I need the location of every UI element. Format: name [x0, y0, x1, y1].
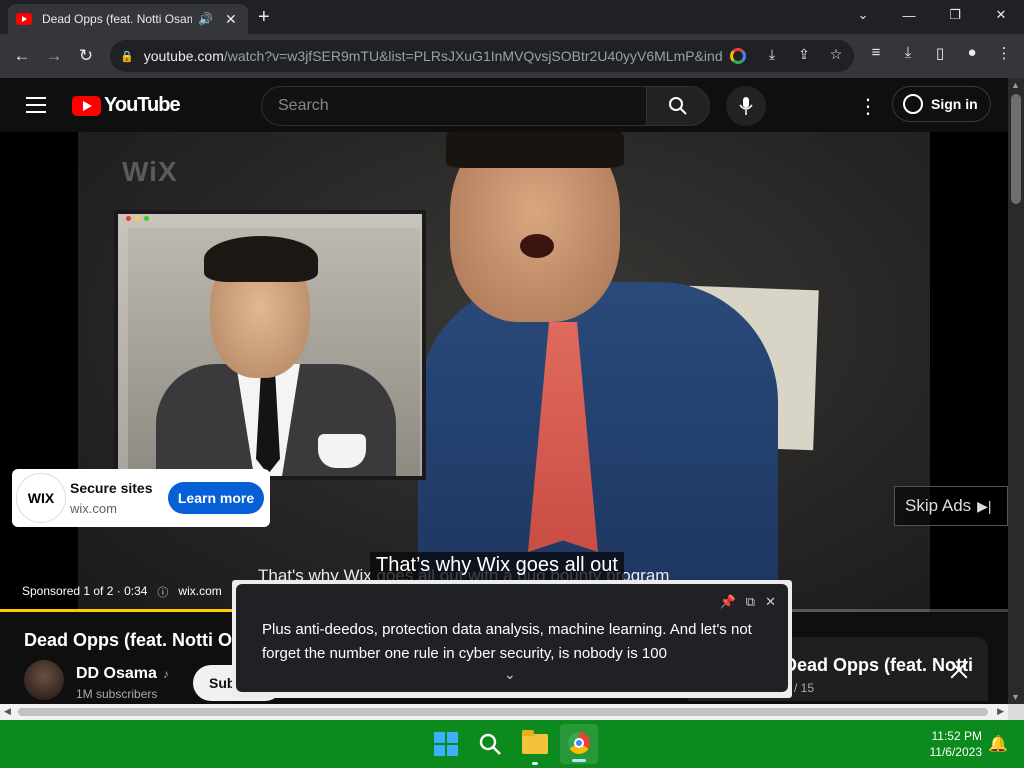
live-caption-text: Plus anti-deedos, protection data analys…	[262, 621, 752, 662]
subscriber-count: 1M subscribers	[76, 687, 158, 701]
close-icon[interactable]	[950, 661, 968, 679]
wix-logo: WIX	[16, 473, 66, 523]
forward-arrow-icon[interactable]: →	[38, 46, 70, 66]
tab-search-chevron-icon[interactable]: ⌄	[840, 0, 886, 30]
ad-card[interactable]: WIX Secure sites wix.com Learn more	[12, 469, 270, 527]
profile-icon[interactable]: ●	[960, 44, 984, 62]
google-lens-icon[interactable]	[730, 46, 750, 64]
youtube-logo[interactable]: YouTube	[72, 94, 181, 117]
close-window-button[interactable]: ✕	[978, 0, 1024, 30]
address-bar[interactable]: 🔒 youtube.com/watch?v=w3jfSER9mTU&list=P…	[110, 40, 854, 72]
youtube-header: YouTube Search ⋮ Sign in	[0, 78, 1008, 132]
scroll-left-arrow-icon[interactable]: ◀	[4, 706, 11, 717]
horizontal-scroll-thumb[interactable]	[18, 708, 988, 716]
live-caption-popup: 📌 ⧉ ✕ Plus anti-deedos, protection data …	[232, 580, 792, 698]
new-tab-button[interactable]: +	[258, 6, 270, 29]
search-input[interactable]: Search	[261, 86, 647, 126]
skip-next-icon: ▶|	[977, 497, 992, 514]
scroll-up-arrow-icon[interactable]: ▲	[1011, 80, 1020, 90]
video-frame: WiX	[78, 132, 930, 612]
ad-domain: wix.com	[70, 501, 117, 516]
sign-in-button[interactable]: Sign in	[892, 86, 991, 122]
learn-more-button[interactable]: Learn more	[168, 482, 264, 514]
url-text[interactable]: youtube.com/watch?v=w3jfSER9mTU&list=PLR…	[144, 48, 724, 64]
close-caption-icon[interactable]: ✕	[765, 594, 776, 610]
vertical-scrollbar[interactable]: ▲ ▼	[1008, 78, 1024, 704]
live-caption-controls: 📌 ⧉ ✕	[720, 594, 776, 610]
browser-tab-strip: Dead Opps (feat. Notti Osama) 🔊 ✕ + ⌄ — …	[0, 0, 1024, 34]
bookmark-star-icon[interactable]: ☆	[826, 46, 846, 64]
chrome-taskbar-icon[interactable]	[560, 724, 598, 764]
ad-info: Sponsored 1 of 2 · 0:34 ⓘ wix.com ⧉	[22, 584, 240, 600]
speaker-icon[interactable]: 🔊	[198, 12, 213, 26]
maximize-button[interactable]: ❐	[932, 0, 978, 30]
browser-extensions: ≡ ⤓ ▯ ● ⋮	[864, 44, 1016, 62]
downloads-icon[interactable]: ⤓	[896, 44, 920, 62]
notification-bell-icon[interactable]: 🔔	[988, 734, 1008, 754]
browser-tab[interactable]: Dead Opps (feat. Notti Osama) 🔊 ✕	[8, 4, 248, 34]
taskbar-clock[interactable]: 11:52 PM 11/6/2023	[912, 728, 983, 760]
screen: Dead Opps (feat. Notti Osama) 🔊 ✕ + ⌄ — …	[0, 0, 1024, 768]
vertical-scroll-thumb[interactable]	[1011, 94, 1021, 204]
tab-title: Dead Opps (feat. Notti Osama)	[42, 12, 192, 26]
sponsored-domain-link[interactable]: wix.com	[178, 584, 221, 600]
pin-icon[interactable]: 📌	[720, 594, 736, 610]
coffee-mug	[318, 434, 366, 468]
back-arrow-icon[interactable]: ←	[6, 46, 38, 66]
ad-progress-fill	[0, 609, 232, 612]
horizontal-scrollbar[interactable]: ◀ ▶	[0, 704, 1008, 720]
window-controls: ⌄ — ❐ ✕	[840, 0, 1024, 34]
windows-taskbar: ⌃ ☁ 🖥 🔇 11:52 PM 11/6/2023 🔔	[0, 720, 1024, 768]
channel-avatar[interactable]	[24, 660, 64, 700]
channel-name[interactable]: DD Osama ♪	[76, 665, 169, 683]
settings-kebab-icon[interactable]: ⋮	[858, 94, 878, 119]
browser-menu-icon[interactable]: ⋮	[992, 44, 1016, 62]
microphone-icon	[739, 97, 753, 115]
search-icon	[669, 97, 687, 115]
sponsored-text: Sponsored 1 of 2 · 0:34	[22, 584, 148, 598]
expand-icon[interactable]: ⧉	[746, 594, 755, 610]
sign-in-label: Sign in	[931, 96, 978, 112]
reload-icon[interactable]: ↻	[70, 46, 102, 66]
media-controls-icon[interactable]: ≡	[864, 44, 888, 62]
minimize-button[interactable]: —	[886, 0, 932, 30]
youtube-favicon-icon	[16, 13, 32, 25]
side-panel-icon[interactable]: ▯	[928, 44, 952, 62]
file-explorer-icon[interactable]	[522, 730, 548, 754]
playlist-title[interactable]: Dead Opps (feat. Notti	[784, 655, 973, 676]
windows-start-icon[interactable]	[434, 732, 458, 756]
install-app-icon[interactable]: ⤓	[762, 46, 782, 64]
account-icon	[903, 94, 923, 114]
playlist-count: / 15	[794, 681, 815, 695]
voice-search-button[interactable]	[726, 86, 766, 126]
youtube-play-icon	[72, 95, 101, 116]
lock-icon[interactable]: 🔒	[120, 50, 134, 63]
youtube-wordmark: YouTube	[104, 94, 181, 116]
taskbar-search-icon[interactable]	[478, 732, 502, 756]
skip-ads-button[interactable]: Skip Ads ▶|	[894, 486, 1008, 526]
chevron-down-icon[interactable]: ⌄	[504, 666, 516, 683]
scroll-right-arrow-icon[interactable]: ▶	[997, 706, 1004, 717]
search-button[interactable]	[646, 86, 710, 126]
music-note-icon: ♪	[162, 667, 169, 681]
scroll-down-arrow-icon[interactable]: ▼	[1011, 692, 1020, 702]
wix-watermark: WiX	[122, 156, 178, 187]
share-icon[interactable]: ⇪	[794, 46, 814, 64]
caption-main: That’s why Wix goes all out	[370, 552, 624, 582]
hamburger-menu-icon[interactable]	[26, 97, 46, 113]
picture-in-picture-scene	[114, 210, 426, 480]
close-tab-button[interactable]: ✕	[225, 11, 237, 28]
video-player[interactable]: WiX WIX Secure sites wix.com Learn more …	[0, 132, 1008, 612]
info-icon[interactable]: ⓘ	[157, 584, 168, 600]
ad-title: Secure sites	[70, 480, 153, 496]
address-bar-actions: ⤓ ⇪ ☆	[730, 46, 846, 64]
